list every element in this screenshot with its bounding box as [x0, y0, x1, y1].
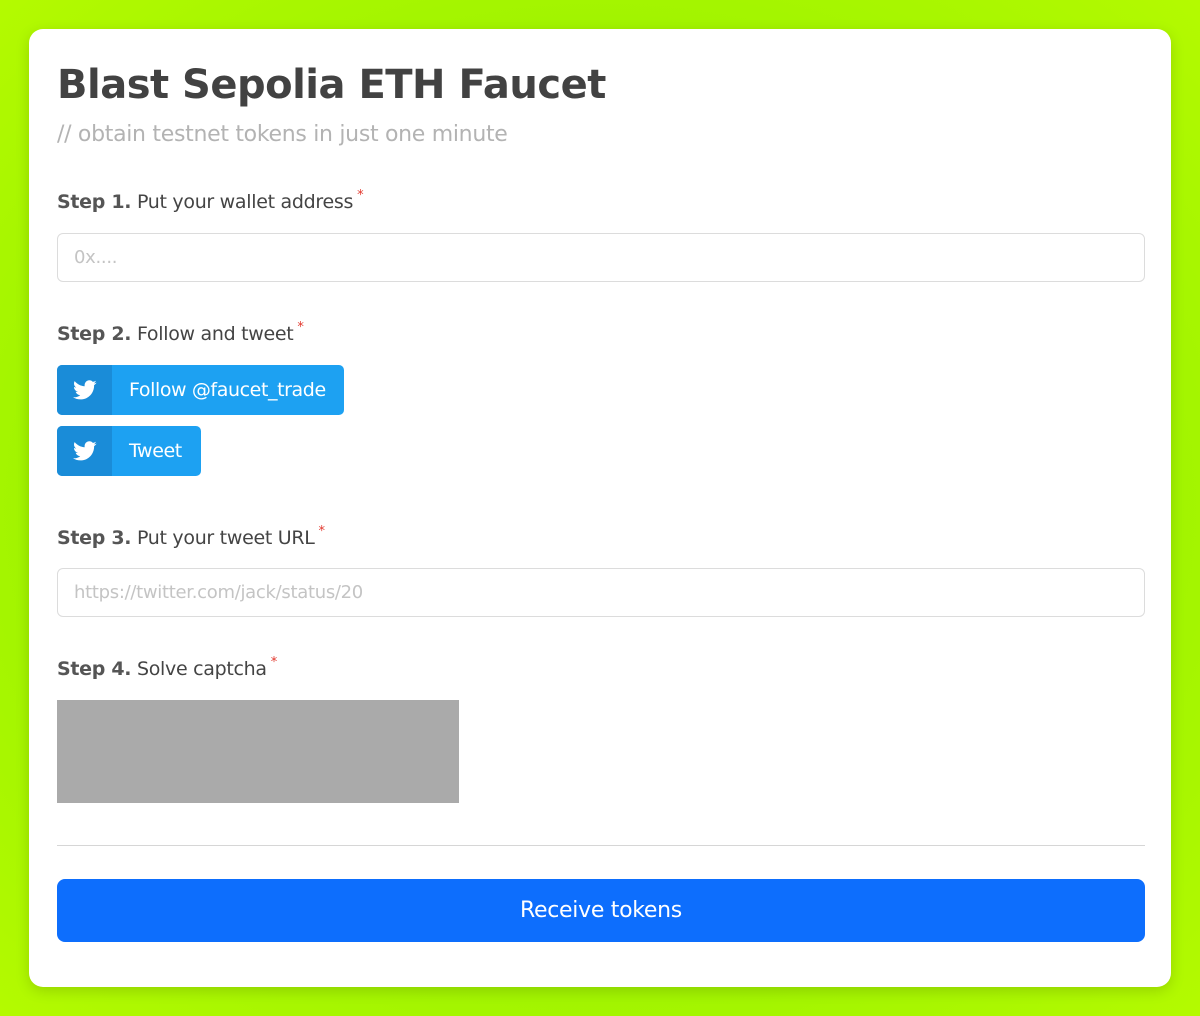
twitter-bird-icon: [57, 365, 112, 415]
required-mark: *: [318, 524, 326, 539]
twitter-bird-icon: [57, 426, 112, 476]
required-mark: *: [357, 188, 364, 203]
step-4-label: Step 4. Solve captcha *: [57, 655, 278, 685]
step-3-label: Step 3. Put your tweet URL *: [57, 524, 326, 554]
step-3-text: Put your tweet URL: [136, 527, 315, 549]
required-mark: *: [297, 320, 304, 335]
step-3-number: Step 3.: [57, 527, 132, 549]
page-subtitle: // obtain testnet tokens in just one min…: [57, 122, 508, 147]
step-1-label: Step 1. Put your wallet address *: [57, 188, 364, 218]
step-1-text: Put your wallet address: [136, 191, 354, 213]
page-title: Blast Sepolia ETH Faucet: [57, 62, 606, 108]
tweet-button-label: Tweet: [129, 440, 182, 462]
captcha-widget[interactable]: [57, 700, 459, 803]
step-1-number: Step 1.: [57, 191, 132, 213]
tweet-button[interactable]: Tweet: [57, 426, 201, 476]
faucet-card: Blast Sepolia ETH Faucet // obtain testn…: [29, 29, 1171, 987]
step-4-text: Solve captcha: [136, 658, 267, 680]
wallet-address-input[interactable]: [57, 233, 1145, 282]
step-4-number: Step 4.: [57, 658, 132, 680]
follow-button-label: Follow @faucet_trade: [129, 379, 326, 401]
receive-tokens-button[interactable]: Receive tokens: [57, 879, 1145, 942]
follow-button[interactable]: Follow @faucet_trade: [57, 365, 344, 415]
step-2-text: Follow and tweet: [136, 323, 294, 345]
step-2-number: Step 2.: [57, 323, 132, 345]
step-2-label: Step 2. Follow and tweet *: [57, 320, 304, 350]
required-mark: *: [270, 655, 278, 670]
divider: [57, 845, 1145, 846]
tweet-url-input[interactable]: [57, 568, 1145, 617]
